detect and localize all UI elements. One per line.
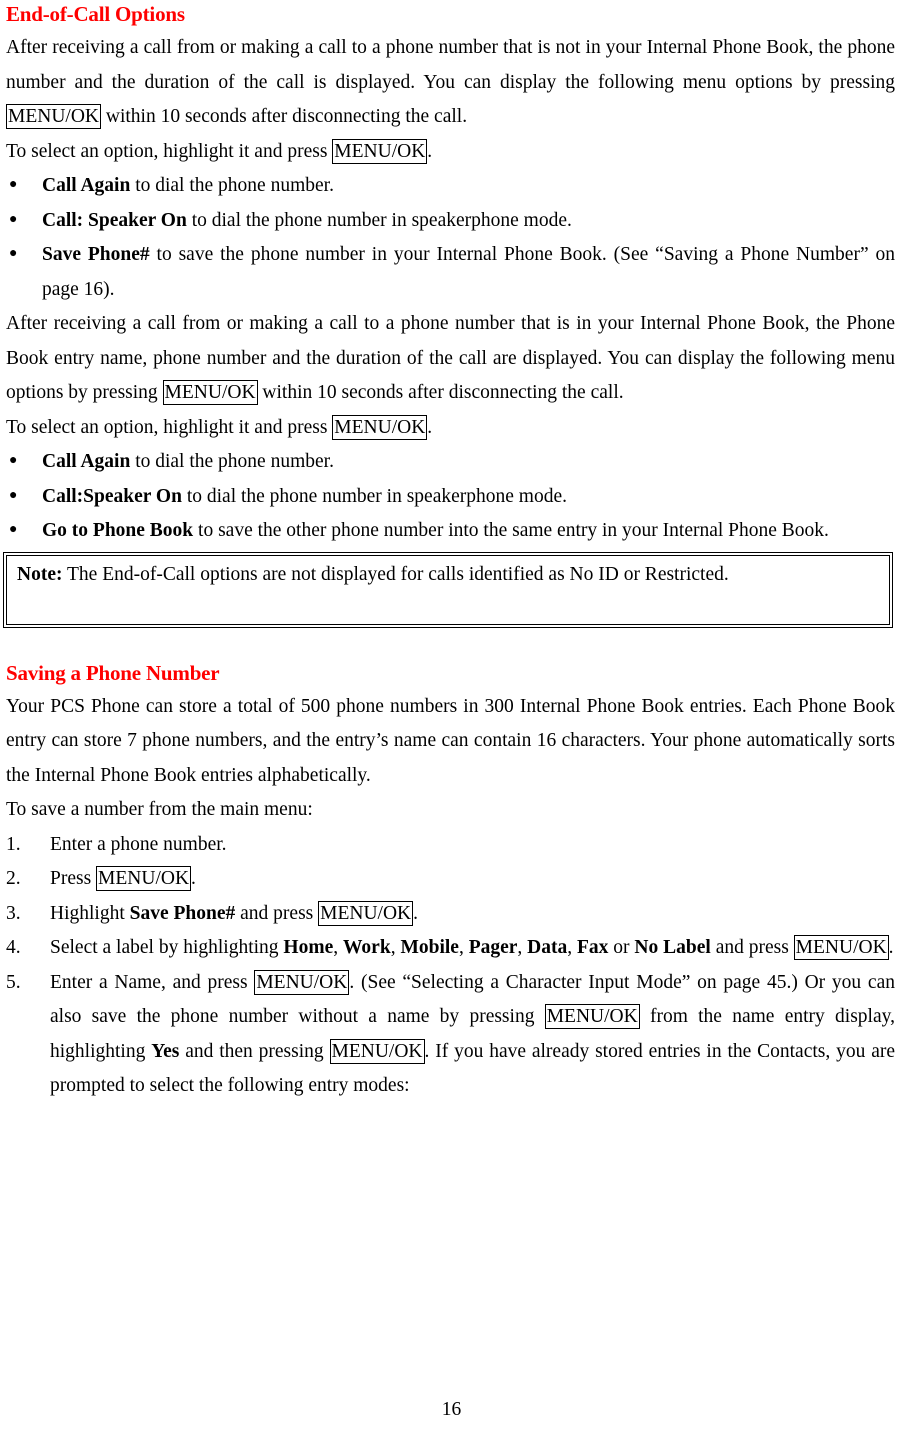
list-item: 4. Select a label by highlighting Home, … xyxy=(6,931,895,966)
list-item: 2. Press MENU/OK. xyxy=(6,862,895,897)
list-item: Call Again to dial the phone number. xyxy=(6,168,895,204)
key-menu-ok[interactable]: MENU/OK xyxy=(254,969,350,995)
list-item: Call: Speaker On to dial the phone numbe… xyxy=(6,203,895,239)
step-body: Enter a phone number. xyxy=(50,834,227,855)
emphasis-label: Fax xyxy=(577,937,609,958)
step-body: Enter a Name, and press MENU/OK. (See “S… xyxy=(50,969,895,1096)
step-number: 5. xyxy=(6,971,21,993)
step-text: and press xyxy=(710,937,794,958)
bullet-list-in-phone-book: Call Again to dial the phone number. Cal… xyxy=(6,444,895,549)
step-body: Select a label by highlighting Home, Wor… xyxy=(50,935,894,960)
step-text: , xyxy=(390,937,401,958)
emphasis-label: Work xyxy=(343,937,391,958)
list-item: Call:Speaker On to dial the phone number… xyxy=(6,479,895,515)
key-menu-ok[interactable]: MENU/OK xyxy=(6,104,101,129)
option-description: to dial the phone number in speakerphone… xyxy=(181,485,567,507)
list-item: 5. Enter a Name, and press MENU/OK. (See… xyxy=(6,966,895,1104)
option-label: Call Again xyxy=(42,175,131,196)
note-body: The End-of-Call options are not displaye… xyxy=(62,563,729,585)
list-item: 3. Highlight Save Phone# and press MENU/… xyxy=(6,897,895,932)
list-item: Save Phone# to save the phone number in … xyxy=(6,237,895,307)
emphasis-label: Home xyxy=(283,937,334,958)
note-text: Note: The End-of-Call options are not di… xyxy=(17,561,879,589)
paragraph-text: within 10 seconds after disconnecting th… xyxy=(257,382,624,403)
key-menu-ok[interactable]: MENU/OK xyxy=(96,866,192,891)
option-description: to save the other phone number into the … xyxy=(193,520,829,541)
emphasis-label: Data xyxy=(527,937,568,958)
step-text: , xyxy=(333,937,343,958)
page-number: 16 xyxy=(441,1399,462,1420)
emphasis-label: Pager xyxy=(468,937,518,958)
step-text: Highlight xyxy=(50,902,130,924)
list-item: Go to Phone Book to save the other phone… xyxy=(6,513,895,549)
emphasis-label: No Label xyxy=(634,937,711,958)
paragraph-save-from-main-menu: To save a number from the main menu: xyxy=(6,799,313,820)
step-number: 3. xyxy=(6,902,21,924)
note-box: Note: The End-of-Call options are not di… xyxy=(3,551,893,628)
emphasis-label: Yes xyxy=(151,1040,180,1062)
paragraph-end-of-call-intro: After receiving a call from or making a … xyxy=(6,31,895,135)
page-content: End-of-Call Options After receiving a ca… xyxy=(3,0,895,1104)
paragraph-text: . xyxy=(427,140,433,162)
key-menu-ok[interactable]: MENU/OK xyxy=(162,380,258,405)
emphasis-label: Save Phone# xyxy=(129,902,236,924)
paragraph-text: After receiving a call from or making a … xyxy=(6,37,895,93)
option-description: to dial the phone number. xyxy=(130,451,334,472)
list-item: 1. Enter a phone number. xyxy=(6,828,895,863)
paragraph-in-phone-book-intro: After receiving a call from or making a … xyxy=(6,307,895,411)
paragraph-phone-book-capacity: Your PCS Phone can store a total of 500 … xyxy=(6,695,895,786)
step-text: and press xyxy=(235,902,319,924)
bullet-list-not-in-phone-book: Call Again to dial the phone number. Cal… xyxy=(6,168,895,307)
step-text: . xyxy=(191,868,196,889)
list-item: Call Again to dial the phone number. xyxy=(6,444,895,480)
step-body: Press MENU/OK. xyxy=(50,866,196,891)
step-text: , xyxy=(567,937,577,958)
key-menu-ok[interactable]: MENU/OK xyxy=(332,414,428,440)
step-text: . xyxy=(888,937,894,958)
key-menu-ok[interactable]: MENU/OK xyxy=(544,1004,640,1029)
option-label: Go to Phone Book xyxy=(42,520,194,541)
paragraph-select-option-2: To select an option, highlight it and pr… xyxy=(6,411,895,446)
heading-end-of-call-options: End-of-Call Options xyxy=(6,2,185,26)
option-description: to dial the phone number in speakerphone… xyxy=(186,209,572,231)
option-label: Save Phone# xyxy=(42,244,150,265)
step-text: . xyxy=(413,902,419,924)
step-text: Enter a phone number. xyxy=(50,833,227,855)
option-label: Call: Speaker On xyxy=(42,209,187,231)
paragraph-text: within 10 seconds after disconnecting th… xyxy=(101,106,468,127)
step-number: 1. xyxy=(6,833,21,855)
step-text: Enter a Name, and press xyxy=(50,971,255,993)
note-label: Note: xyxy=(17,563,63,585)
step-text: or xyxy=(608,937,635,958)
paragraph-select-option-1: To select an option, highlight it and pr… xyxy=(6,135,895,170)
option-description: to save the phone number in your Interna… xyxy=(42,244,895,300)
paragraph-text: To select an option, highlight it and pr… xyxy=(6,140,333,162)
step-body: Highlight Save Phone# and press MENU/OK. xyxy=(50,900,419,926)
paragraph-text: . xyxy=(427,416,433,438)
key-menu-ok[interactable]: MENU/OK xyxy=(793,935,889,960)
step-number: 2. xyxy=(6,868,21,889)
key-menu-ok[interactable]: MENU/OK xyxy=(332,138,428,164)
step-text: and then pressing xyxy=(179,1040,330,1062)
step-text: Select a label by highlighting xyxy=(50,937,284,958)
option-label: Call Again xyxy=(42,451,131,472)
step-text: , xyxy=(517,937,528,958)
key-menu-ok[interactable]: MENU/OK xyxy=(329,1038,425,1064)
heading-saving-a-phone-number: Saving a Phone Number xyxy=(6,660,220,685)
option-description: to dial the phone number. xyxy=(130,175,334,196)
step-text: Press xyxy=(50,868,97,889)
document-page: End-of-Call Options After receiving a ca… xyxy=(0,0,903,1429)
emphasis-label: Mobile xyxy=(400,937,459,958)
numbered-steps-list: 1. Enter a phone number. 2. Press MENU/O… xyxy=(6,828,895,1104)
option-label: Call:Speaker On xyxy=(42,485,182,507)
step-text: , xyxy=(458,937,469,958)
key-menu-ok[interactable]: MENU/OK xyxy=(318,900,414,926)
paragraph-text: To select an option, highlight it and pr… xyxy=(6,416,333,438)
step-number: 4. xyxy=(6,937,21,958)
